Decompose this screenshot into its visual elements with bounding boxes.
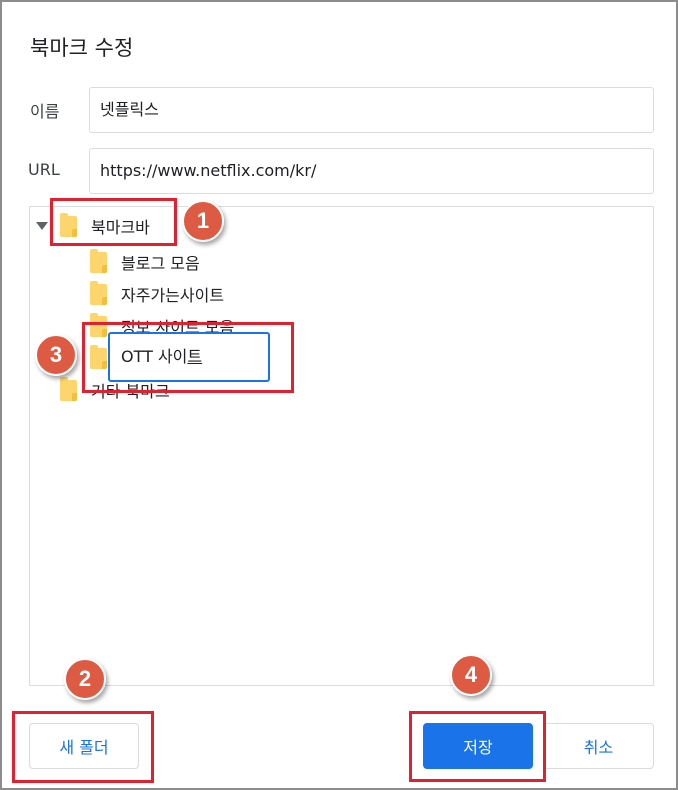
- folder-icon: [90, 344, 107, 369]
- tree-item-label: 북마크바: [91, 218, 150, 237]
- folder-icon: [60, 212, 77, 237]
- rename-text: OTT 사이: [121, 347, 188, 366]
- folder-icon: [90, 280, 107, 305]
- step-badge-4: 4: [450, 654, 492, 696]
- folder-rename-input[interactable]: OTT 사이트: [108, 332, 270, 382]
- dialog-title: 북마크 수정: [30, 36, 134, 60]
- bookmark-edit-dialog: 북마크 수정 이름 넷플릭스 URL https://www.netflix.c…: [0, 0, 678, 790]
- folder-icon: [90, 312, 107, 337]
- folder-icon: [90, 248, 107, 273]
- new-folder-button[interactable]: 새 폴더: [29, 723, 139, 769]
- tree-item-label: 자주가는사이트: [121, 286, 225, 305]
- tree-item-frequent[interactable]: 자주가는사이트: [90, 279, 224, 309]
- folder-tree[interactable]: 북마크바 블로그 모음 자주가는사이트 정보 사이트 모음 기타 북마크: [29, 206, 654, 686]
- tree-item-bookmark-bar[interactable]: 북마크바: [36, 211, 150, 241]
- cancel-button[interactable]: 취소: [543, 723, 654, 769]
- folder-icon: [60, 376, 77, 401]
- step-badge-1: 1: [182, 200, 224, 242]
- step-badge-3: 3: [35, 334, 77, 376]
- save-button[interactable]: 저장: [423, 723, 533, 769]
- url-field[interactable]: https://www.netflix.com/kr/: [89, 148, 654, 194]
- step-badge-2: 2: [64, 658, 106, 700]
- tree-item-blog[interactable]: 블로그 모음: [90, 247, 200, 277]
- rename-text-caret: 트: [187, 347, 203, 366]
- url-label: URL: [28, 160, 60, 179]
- name-label: 이름: [30, 102, 60, 121]
- tree-item-label: 블로그 모음: [121, 254, 200, 273]
- name-field[interactable]: 넷플릭스: [89, 87, 654, 133]
- expand-arrow-icon[interactable]: [36, 222, 48, 230]
